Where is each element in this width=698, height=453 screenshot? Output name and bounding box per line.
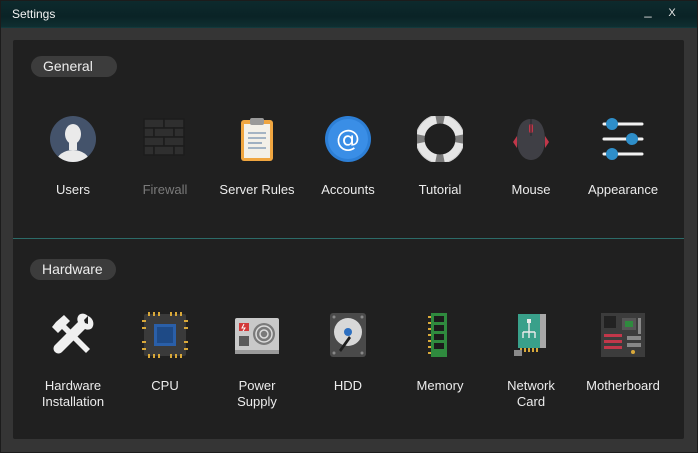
settings-item-label: Firewall bbox=[142, 182, 188, 197]
close-button[interactable]: X bbox=[664, 7, 680, 19]
settings-item-hardware-installation[interactable]: Hardware Installation bbox=[27, 312, 119, 412]
settings-item-label: CPU bbox=[151, 378, 179, 393]
settings-window: Settings _ X General Users Firewall Serv… bbox=[0, 0, 698, 453]
settings-item-label: Power Supply bbox=[237, 378, 277, 409]
clipboard-icon bbox=[241, 118, 273, 161]
settings-item-hdd[interactable]: HDD bbox=[302, 312, 394, 412]
settings-item-firewall[interactable]: Firewall bbox=[119, 116, 211, 198]
mouse-icon bbox=[513, 119, 549, 160]
lifebuoy-icon bbox=[417, 116, 463, 162]
cpu-chip-icon bbox=[142, 312, 188, 358]
hard-drive-icon bbox=[330, 313, 366, 357]
settings-item-label: Motherboard bbox=[586, 378, 660, 393]
section-divider bbox=[13, 238, 684, 239]
settings-panel: General Users Firewall Server Rules @ Ac… bbox=[13, 40, 684, 439]
settings-item-network-card[interactable]: Network Card bbox=[485, 312, 577, 412]
settings-item-label: Server Rules bbox=[219, 182, 295, 197]
at-sign-icon: @ bbox=[325, 116, 371, 162]
svg-text:@: @ bbox=[336, 125, 360, 153]
settings-item-label: Tutorial bbox=[418, 182, 462, 197]
settings-item-accounts[interactable]: @ Accounts bbox=[302, 116, 394, 198]
settings-item-motherboard[interactable]: Motherboard bbox=[577, 312, 669, 412]
settings-item-label: Users bbox=[56, 182, 90, 197]
power-supply-icon bbox=[235, 318, 279, 354]
sliders-icon bbox=[602, 118, 644, 160]
settings-item-memory[interactable]: Memory bbox=[394, 312, 486, 412]
network-card-icon bbox=[514, 314, 546, 356]
brick-wall-icon bbox=[143, 118, 185, 156]
settings-item-cpu[interactable]: CPU bbox=[119, 312, 211, 412]
settings-item-label: Network Card bbox=[507, 378, 555, 409]
title-bar[interactable]: Settings _ X bbox=[1, 1, 697, 28]
ram-stick-icon bbox=[428, 313, 447, 357]
section-heading-general: General bbox=[31, 56, 117, 77]
motherboard-icon bbox=[601, 313, 645, 357]
settings-item-appearance[interactable]: Appearance bbox=[577, 116, 669, 198]
settings-item-label: Memory bbox=[416, 378, 464, 393]
wrench-hammer-icon bbox=[52, 313, 94, 354]
section-heading-hardware: Hardware bbox=[30, 259, 116, 280]
settings-item-label: HDD bbox=[333, 378, 363, 393]
settings-item-server-rules[interactable]: Server Rules bbox=[211, 116, 303, 198]
window-title: Settings bbox=[12, 7, 56, 21]
settings-item-label: Appearance bbox=[587, 182, 659, 197]
settings-item-label: Accounts bbox=[321, 182, 375, 197]
minimize-button[interactable]: _ bbox=[640, 3, 656, 18]
settings-item-users[interactable]: Users bbox=[27, 116, 119, 198]
settings-item-label: Mouse bbox=[511, 182, 551, 197]
settings-item-tutorial[interactable]: Tutorial bbox=[394, 116, 486, 198]
settings-item-mouse[interactable]: Mouse bbox=[485, 116, 577, 198]
settings-item-power-supply[interactable]: Power Supply bbox=[211, 312, 303, 412]
user-avatar-icon bbox=[50, 116, 96, 162]
settings-item-label: Hardware Installation bbox=[41, 378, 105, 409]
